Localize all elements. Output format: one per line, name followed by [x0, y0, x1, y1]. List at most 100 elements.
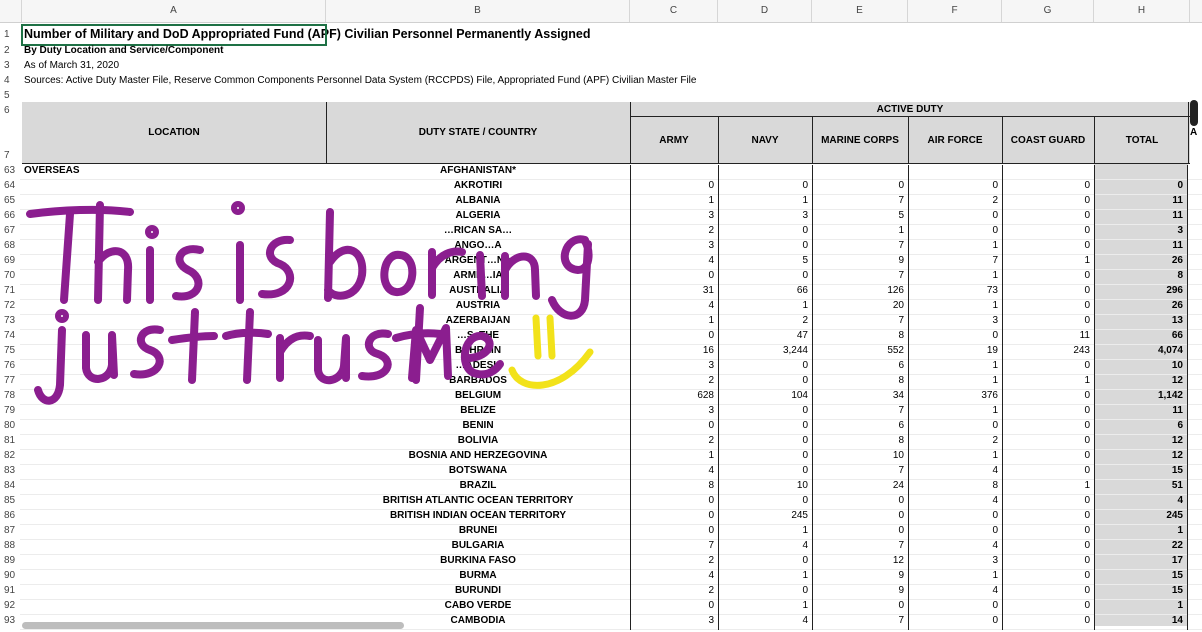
af-cell[interactable]: 1 — [908, 570, 1002, 585]
country-cell[interactable]: AFGHANISTAN* — [326, 165, 630, 176]
row-number[interactable]: 65 — [0, 195, 20, 206]
total-cell[interactable]: 11 — [1094, 195, 1188, 210]
cg-cell[interactable]: 11 — [1002, 330, 1094, 345]
row-number[interactable]: 91 — [0, 585, 20, 596]
af-cell[interactable]: 0 — [908, 180, 1002, 195]
navy-cell[interactable]: 0 — [718, 450, 812, 465]
header-coast-guard[interactable]: COAST GUARD — [1002, 135, 1094, 146]
af-cell[interactable]: 3 — [908, 315, 1002, 330]
header-total[interactable]: TOTAL — [1094, 135, 1190, 146]
army-cell[interactable]: 4 — [630, 255, 718, 270]
marine-cell[interactable]: 8 — [812, 330, 908, 345]
total-cell[interactable]: 1,142 — [1094, 390, 1188, 405]
army-cell[interactable]: 628 — [630, 390, 718, 405]
country-cell[interactable]: BURKINA FASO — [326, 555, 630, 566]
army-cell[interactable]: 4 — [630, 300, 718, 315]
marine-cell[interactable]: 12 — [812, 555, 908, 570]
navy-cell[interactable]: 66 — [718, 285, 812, 300]
army-cell[interactable]: 0 — [630, 330, 718, 345]
country-cell[interactable]: BOTSWANA — [326, 465, 630, 476]
af-cell[interactable]: 0 — [908, 525, 1002, 540]
cg-cell[interactable]: 0 — [1002, 225, 1094, 240]
army-cell[interactable]: 2 — [630, 555, 718, 570]
total-cell[interactable]: 1 — [1094, 600, 1188, 615]
row-number[interactable]: 69 — [0, 255, 20, 266]
row-number[interactable]: 6 — [0, 105, 20, 116]
cg-cell[interactable]: 0 — [1002, 210, 1094, 225]
navy-cell[interactable]: 0 — [718, 420, 812, 435]
total-cell[interactable]: 11 — [1094, 405, 1188, 420]
marine-cell[interactable]: 8 — [812, 375, 908, 390]
country-cell[interactable]: AUSTRIA — [326, 300, 630, 311]
country-cell[interactable]: AUSTRALIA — [326, 285, 630, 296]
af-cell[interactable]: 0 — [908, 225, 1002, 240]
army-cell[interactable]: 0 — [630, 420, 718, 435]
cg-cell[interactable]: 243 — [1002, 345, 1094, 360]
total-cell[interactable]: 4 — [1094, 495, 1188, 510]
navy-cell[interactable]: 0 — [718, 240, 812, 255]
row-number[interactable]: 2 — [0, 45, 20, 56]
header-navy[interactable]: NAVY — [718, 135, 812, 146]
marine-cell[interactable] — [812, 165, 908, 180]
af-cell[interactable]: 1 — [908, 300, 1002, 315]
army-cell[interactable]: 3 — [630, 210, 718, 225]
af-cell[interactable]: 4 — [908, 585, 1002, 600]
marine-cell[interactable]: 9 — [812, 255, 908, 270]
country-cell[interactable]: BULGARIA — [326, 540, 630, 551]
total-cell[interactable]: 1 — [1094, 525, 1188, 540]
total-cell[interactable]: 245 — [1094, 510, 1188, 525]
cg-cell[interactable]: 0 — [1002, 450, 1094, 465]
navy-cell[interactable]: 4 — [718, 615, 812, 630]
row-number[interactable]: 77 — [0, 375, 20, 386]
column-header-f[interactable]: F — [908, 0, 1002, 22]
cg-cell[interactable]: 0 — [1002, 285, 1094, 300]
marine-cell[interactable]: 10 — [812, 450, 908, 465]
country-cell[interactable]: BENIN — [326, 420, 630, 431]
af-cell[interactable]: 4 — [908, 495, 1002, 510]
navy-cell[interactable]: 47 — [718, 330, 812, 345]
row-number[interactable]: 7 — [0, 150, 20, 161]
row-number[interactable]: 4 — [0, 75, 20, 86]
total-cell[interactable]: 11 — [1094, 240, 1188, 255]
marine-cell[interactable]: 0 — [812, 495, 908, 510]
country-cell[interactable]: BOLIVIA — [326, 435, 630, 446]
column-header-c[interactable]: C — [630, 0, 718, 22]
navy-cell[interactable]: 3,244 — [718, 345, 812, 360]
country-cell[interactable]: BELIZE — [326, 405, 630, 416]
report-date[interactable]: As of March 31, 2020 — [24, 60, 119, 71]
navy-cell[interactable]: 1 — [718, 525, 812, 540]
total-cell[interactable]: 3 — [1094, 225, 1188, 240]
navy-cell[interactable]: 4 — [718, 540, 812, 555]
cg-cell[interactable]: 0 — [1002, 465, 1094, 480]
total-cell[interactable]: 51 — [1094, 480, 1188, 495]
marine-cell[interactable]: 7 — [812, 540, 908, 555]
navy-cell[interactable] — [718, 165, 812, 180]
row-number[interactable]: 76 — [0, 360, 20, 371]
total-cell[interactable]: 15 — [1094, 585, 1188, 600]
marine-cell[interactable]: 0 — [812, 180, 908, 195]
army-cell[interactable]: 4 — [630, 465, 718, 480]
af-cell[interactable]: 0 — [908, 210, 1002, 225]
cg-cell[interactable]: 0 — [1002, 195, 1094, 210]
cg-cell[interactable]: 0 — [1002, 615, 1094, 630]
army-cell[interactable]: 3 — [630, 615, 718, 630]
af-cell[interactable]: 2 — [908, 435, 1002, 450]
country-cell[interactable]: …ADESH — [326, 360, 630, 371]
total-cell[interactable]: 22 — [1094, 540, 1188, 555]
navy-cell[interactable]: 1 — [718, 300, 812, 315]
header-location[interactable]: LOCATION — [22, 127, 326, 138]
row-number[interactable]: 80 — [0, 420, 20, 431]
location-cell[interactable]: OVERSEAS — [24, 165, 80, 176]
select-all-corner[interactable] — [0, 0, 22, 22]
marine-cell[interactable]: 0 — [812, 525, 908, 540]
total-cell[interactable]: 0 — [1094, 180, 1188, 195]
navy-cell[interactable]: 0 — [718, 405, 812, 420]
cg-cell[interactable]: 1 — [1002, 375, 1094, 390]
country-cell[interactable]: BARBADOS — [326, 375, 630, 386]
army-cell[interactable]: 3 — [630, 405, 718, 420]
navy-cell[interactable]: 0 — [718, 360, 812, 375]
total-cell[interactable]: 26 — [1094, 300, 1188, 315]
navy-cell[interactable]: 0 — [718, 495, 812, 510]
cg-cell[interactable]: 1 — [1002, 480, 1094, 495]
marine-cell[interactable]: 20 — [812, 300, 908, 315]
